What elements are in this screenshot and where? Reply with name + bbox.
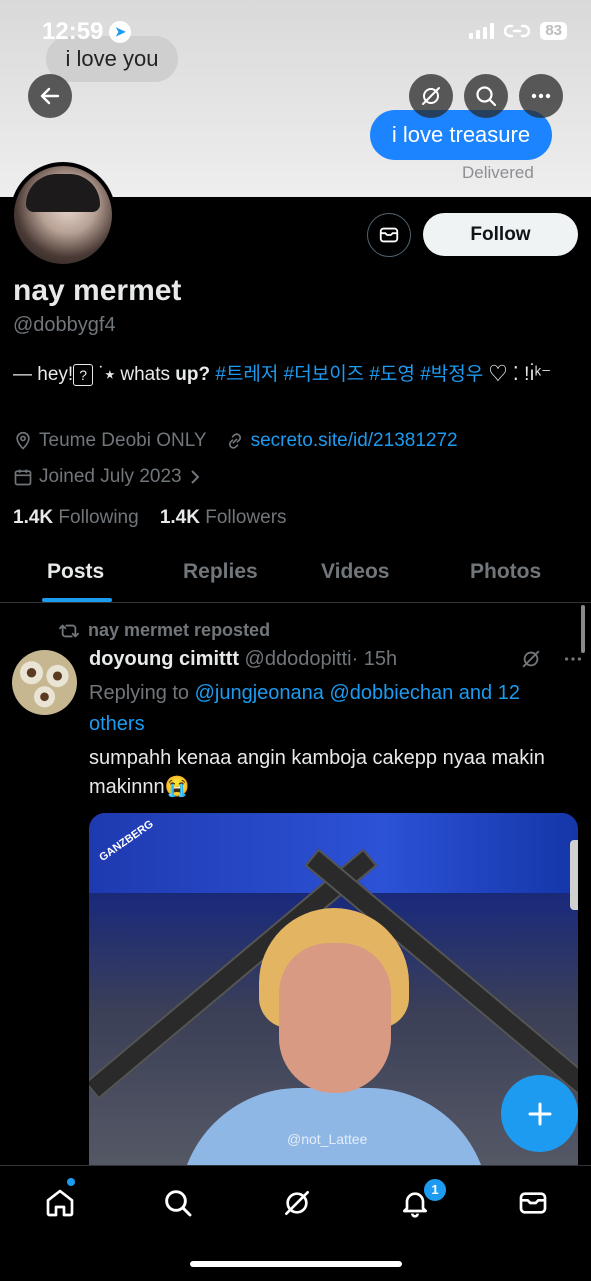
bio-text: ♡ ⁚ !ı̇ᵏ⁻: [483, 364, 552, 385]
more-icon: [531, 93, 551, 99]
nav-messages[interactable]: [513, 1183, 553, 1223]
status-indicators: 83: [469, 22, 567, 40]
post-author-handle[interactable]: @ddodopitti: [245, 648, 352, 670]
scrollbar[interactable]: [581, 605, 585, 653]
home-unread-dot: [67, 1178, 75, 1186]
post-text: sumpahh kenaa angin kamboja cakepp nyaa …: [89, 747, 545, 798]
grok-icon: [422, 87, 440, 105]
bio-text: up?: [175, 364, 211, 385]
grok-icon[interactable]: [520, 648, 542, 670]
calendar-icon: [14, 469, 32, 486]
media-watermark: @not_Lattee: [287, 1131, 368, 1147]
side-handle[interactable]: [570, 840, 578, 910]
profile-tabs: Posts Replies Videos Photos: [0, 550, 591, 603]
delivered-label: Delivered: [462, 163, 534, 182]
chevron-right-icon: [190, 470, 200, 484]
repost-indicator: nay mermet reposted: [58, 620, 270, 641]
notification-badge: 1: [422, 1177, 448, 1203]
message-bubble-sent: i love treasure: [370, 110, 552, 160]
search-icon: [476, 86, 497, 107]
grok-icon: [285, 1191, 309, 1215]
search-button[interactable]: [464, 74, 508, 118]
link-chain-icon: [228, 433, 241, 449]
location-arrow-icon: ➤: [109, 21, 132, 43]
post-author-name[interactable]: doyoung cimittt: [89, 648, 239, 670]
following-link[interactable]: 1.4K Following: [13, 507, 139, 528]
follow-button[interactable]: Follow: [423, 213, 578, 256]
home-icon: [46, 1189, 74, 1217]
battery-indicator: 83: [540, 22, 567, 40]
search-icon: [165, 1190, 192, 1217]
arrow-left-icon: [40, 87, 60, 105]
repost-label[interactable]: nay mermet reposted: [88, 620, 270, 641]
link-icon: [504, 24, 531, 38]
active-tab-indicator: [42, 598, 112, 602]
compose-post-button[interactable]: [501, 1075, 578, 1152]
post-actions: [520, 648, 584, 670]
nav-home[interactable]: [40, 1183, 80, 1223]
post-time: · 15h: [351, 648, 398, 670]
envelope-icon: [519, 1192, 547, 1214]
bio-text: ˙⭑ whats: [93, 364, 176, 385]
nav-grok[interactable]: [277, 1183, 317, 1223]
following-label: Following: [58, 507, 139, 528]
followers-label: Followers: [205, 507, 287, 528]
followers-count: 1.4K: [159, 507, 200, 528]
message-button[interactable]: [367, 213, 411, 257]
back-button[interactable]: [28, 74, 72, 118]
location-pin-icon: [16, 431, 30, 450]
envelope-icon: [379, 227, 399, 243]
post-author-avatar[interactable]: [12, 650, 77, 715]
profile-handle: @dobbygf4: [13, 314, 116, 336]
clock: 12:59: [42, 18, 104, 45]
joined-date: Joined July 2023: [39, 466, 182, 487]
tab-posts[interactable]: Posts: [47, 560, 104, 584]
profile-avatar[interactable]: [10, 162, 116, 268]
more-options-button[interactable]: [519, 74, 563, 118]
bio-hashtags[interactable]: #트레저 #더보이즈 #도영 #박정우: [215, 364, 483, 385]
bio-emoji-box: ?: [73, 363, 94, 386]
bio-text: — hey!: [13, 364, 74, 385]
followers-link[interactable]: 1.4K Followers: [160, 507, 287, 528]
plus-icon: [528, 1102, 551, 1125]
profile-joined-row[interactable]: Joined July 2023: [13, 466, 202, 488]
person-face: [279, 943, 391, 1093]
replying-to-line: Replying to @jungjeonana @dobbiechan and…: [89, 678, 569, 740]
home-indicator: [190, 1261, 402, 1267]
profile-name: nay mermet: [13, 274, 182, 307]
grok-button[interactable]: [409, 74, 453, 118]
signal-icon: [469, 23, 495, 39]
location-text: Teume Deobi ONLY: [39, 430, 207, 451]
profile-website-link[interactable]: secreto.site/id/21381272: [251, 430, 458, 452]
post-header: doyoung cimittt @ddodopitti· 15h: [89, 648, 397, 671]
replying-prefix: Replying to: [89, 682, 195, 704]
profile-location-row: Teume Deobi ONLY secreto.site/id/2138127…: [13, 430, 458, 452]
following-count: 1.4K: [13, 507, 54, 528]
tab-replies[interactable]: Replies: [183, 560, 258, 584]
tab-videos[interactable]: Videos: [321, 560, 389, 584]
profile-bio: — hey!? ˙⭑ whats up? #트레저 #더보이즈 #도영 #박정우…: [13, 360, 578, 390]
nav-search[interactable]: [158, 1183, 198, 1223]
status-time: 12:59 ➤: [42, 18, 132, 46]
repost-icon: [59, 624, 79, 637]
follow-stats: 1.4K Following 1.4K Followers: [13, 507, 287, 529]
tab-photos[interactable]: Photos: [470, 560, 541, 584]
